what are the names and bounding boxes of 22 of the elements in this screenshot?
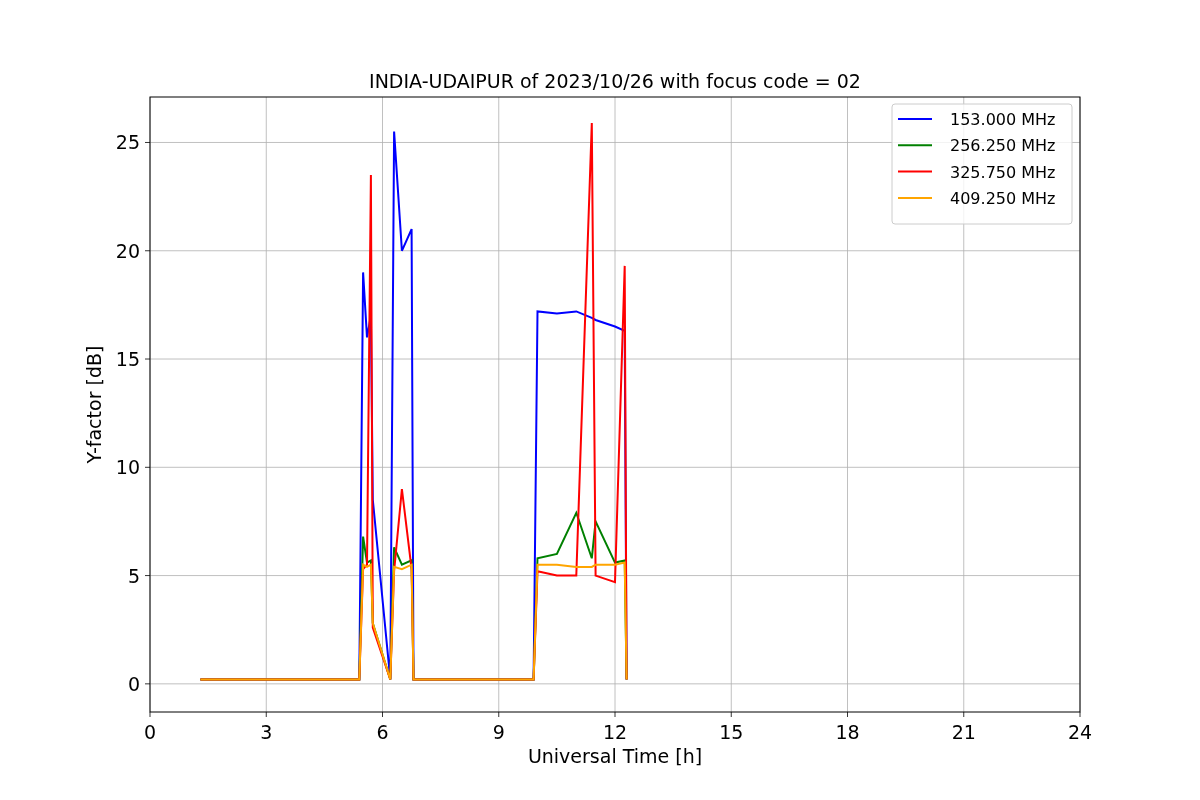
- x-tick-label: 21: [951, 721, 976, 743]
- x-tick-label: 12: [602, 721, 628, 743]
- legend-label: 256.250 MHz: [950, 136, 1056, 156]
- y-tick-label: 20: [115, 239, 140, 262]
- legend-label: 153.000 MHz: [950, 110, 1056, 129]
- y-tick-label: 15: [115, 348, 140, 370]
- x-tick-label: 0: [143, 721, 157, 743]
- x-tick-label: 9: [492, 721, 505, 743]
- x-tick-label: 18: [835, 721, 860, 743]
- x-tick-label: 6: [376, 721, 389, 743]
- x-tick-label: 15: [719, 721, 744, 743]
- y-tick-label: 10: [115, 456, 140, 479]
- y-axis-label: Y-factor [dB]: [83, 345, 105, 464]
- legend-label: 409.250 MHz: [950, 188, 1056, 208]
- y-tick-label: 25: [115, 131, 140, 154]
- x-tick-label: 3: [260, 721, 273, 743]
- x-tick-label: 24: [1067, 721, 1093, 743]
- y-tick-label: 5: [127, 564, 140, 587]
- legend-label: 325.750 MHz: [950, 162, 1056, 182]
- x-axis-label: Universal Time [h]: [527, 745, 703, 767]
- chart-title: INDIA-UDAIPUR of 2023/10/26 with focus code = 02: [369, 70, 861, 92]
- y-tick-label: 0: [127, 672, 140, 695]
